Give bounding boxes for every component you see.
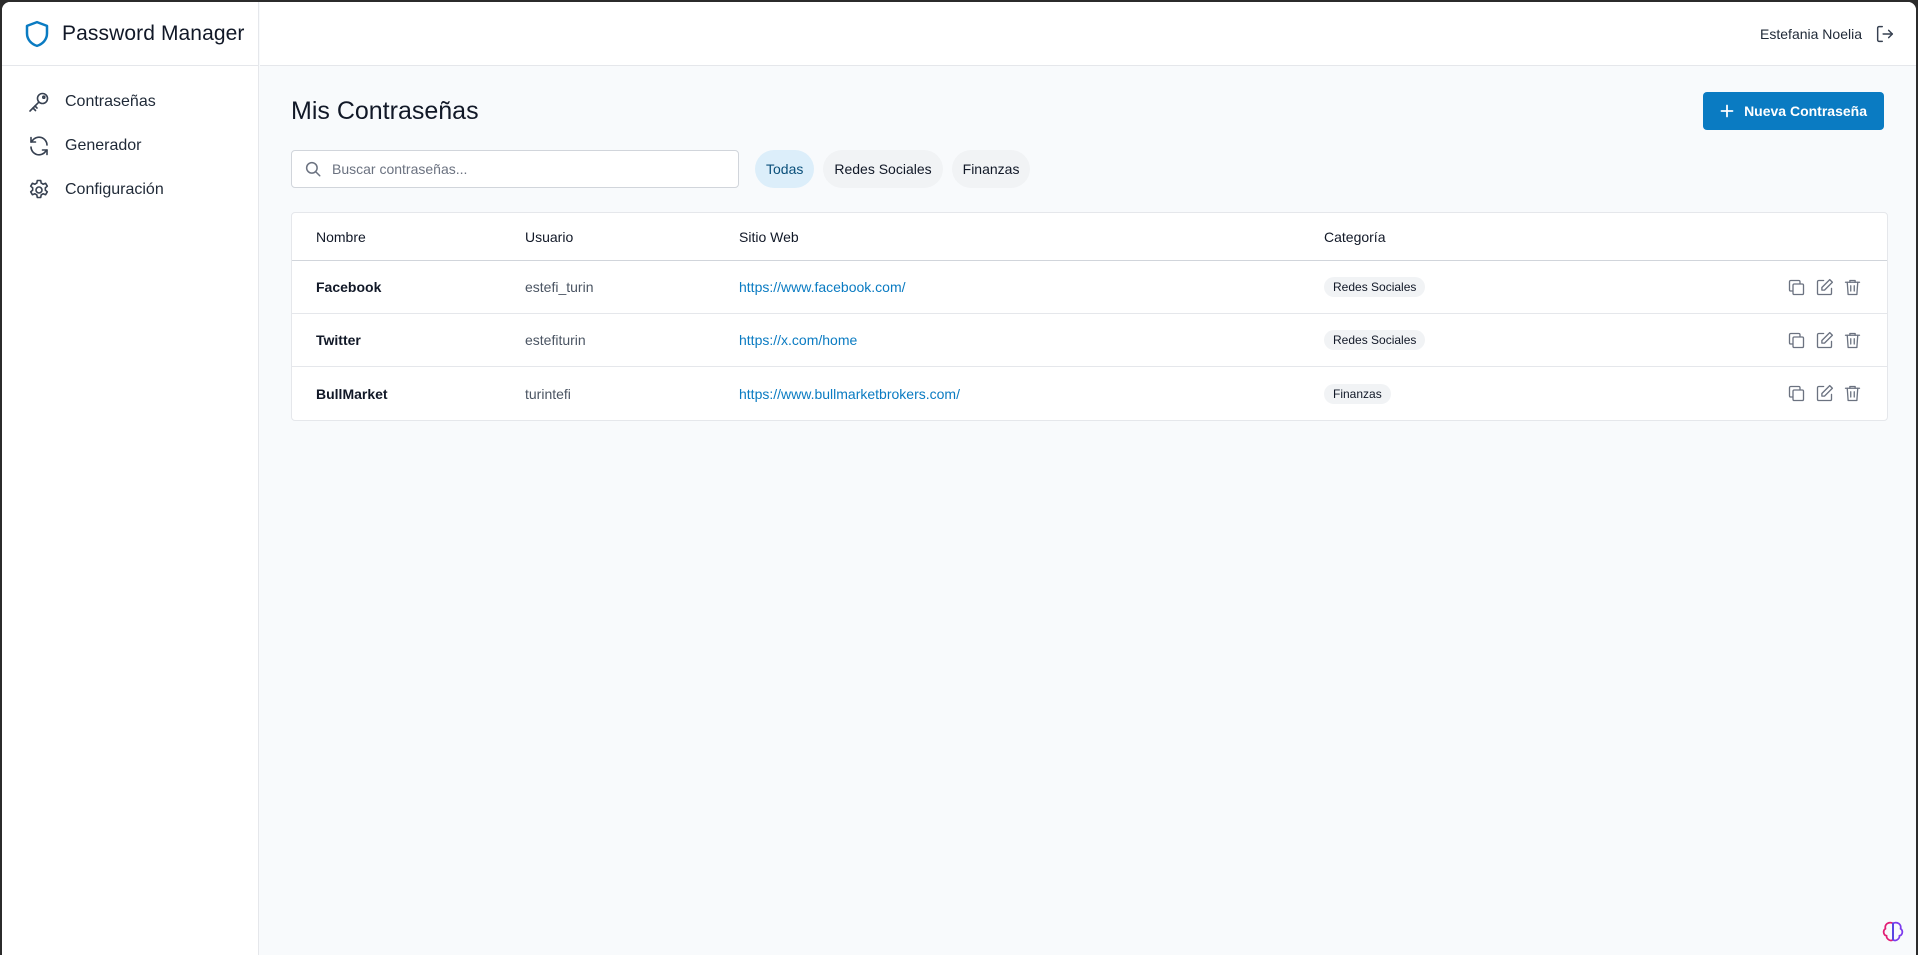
search-box (291, 150, 739, 188)
sidebar-nav: Contraseñas Generador Configuración (2, 66, 258, 212)
row-name: Twitter (316, 332, 361, 348)
column-header-name: Nombre (316, 228, 366, 245)
table-row: Twitter estefiturin https://x.com/home R… (292, 314, 1887, 367)
filter-chip-social[interactable]: Redes Sociales (823, 150, 943, 188)
filter-chip-all[interactable]: Todas (755, 150, 815, 188)
app-title: Password Manager (62, 21, 245, 45)
edit-icon[interactable] (1814, 330, 1835, 351)
app-window: Password Manager Contraseñas Generador C… (2, 2, 1916, 955)
search-icon (305, 161, 321, 177)
sidebar: Password Manager Contraseñas Generador C… (2, 2, 259, 955)
category-badge: Finanzas (1324, 383, 1391, 404)
column-header-category: Categoría (1324, 228, 1386, 245)
passwords-table: Nombre Usuario Sitio Web Categoría Faceb… (291, 212, 1888, 421)
trash-icon[interactable] (1842, 277, 1863, 298)
new-password-label: Nueva Contraseña (1744, 103, 1867, 119)
copy-icon[interactable] (1786, 330, 1807, 351)
column-header-user: Usuario (525, 228, 574, 245)
refresh-icon (30, 136, 48, 156)
row-site-link[interactable]: https://x.com/home (739, 332, 857, 348)
category-badge: Redes Sociales (1324, 277, 1426, 297)
column-header-site: Sitio Web (739, 228, 799, 245)
copy-icon[interactable] (1786, 383, 1807, 404)
row-name: Facebook (316, 279, 382, 295)
copy-icon[interactable] (1786, 277, 1807, 298)
row-actions (1724, 277, 1887, 298)
row-site-link[interactable]: https://www.facebook.com/ (739, 279, 906, 295)
row-actions (1724, 383, 1887, 404)
logout-icon[interactable] (1874, 23, 1896, 45)
key-icon (29, 92, 49, 112)
edit-icon[interactable] (1814, 383, 1835, 404)
row-actions (1724, 330, 1887, 351)
sidebar-item-label: Contraseñas (65, 93, 156, 110)
topbar: Estefania Noelia (260, 2, 1916, 66)
edit-icon[interactable] (1814, 277, 1835, 298)
user-name: Estefania Noelia (1760, 25, 1862, 42)
new-password-button[interactable]: Nueva Contraseña (1703, 92, 1884, 130)
sidebar-item-generator[interactable]: Generador (2, 124, 258, 168)
row-user: turintefi (525, 385, 571, 402)
sidebar-item-label: Generador (65, 137, 142, 154)
row-user: estefiturin (525, 332, 586, 348)
table-row: Facebook estefi_turin https://www.facebo… (292, 261, 1887, 314)
sidebar-item-passwords[interactable]: Contraseñas (2, 80, 258, 124)
sidebar-item-label: Configuración (65, 181, 164, 198)
table-header: Nombre Usuario Sitio Web Categoría (292, 213, 1887, 261)
filter-chip-finance[interactable]: Finanzas (951, 150, 1031, 188)
row-name: BullMarket (316, 385, 388, 402)
table-row: BullMarket turintefi https://www.bullmar… (292, 367, 1887, 420)
trash-icon[interactable] (1842, 330, 1863, 351)
category-badge: Redes Sociales (1324, 330, 1426, 350)
plus-icon (1720, 104, 1734, 118)
assistant-brain-icon[interactable] (1880, 919, 1906, 945)
row-site-link[interactable]: https://www.bullmarketbrokers.com/ (739, 386, 960, 402)
main-content: Mis Contraseñas Nueva Contraseña Todas R… (291, 66, 1888, 421)
search-input[interactable] (332, 161, 712, 177)
row-user: estefi_turin (525, 279, 594, 295)
sidebar-item-settings[interactable]: Configuración (2, 168, 258, 212)
brand: Password Manager (2, 2, 258, 66)
shield-icon (25, 20, 49, 47)
page-title: Mis Contraseñas (291, 96, 479, 125)
trash-icon[interactable] (1842, 383, 1863, 404)
page-header: Mis Contraseñas Nueva Contraseña (291, 92, 1884, 130)
gear-icon (29, 179, 49, 199)
filter-bar: Todas Redes Sociales Finanzas (291, 150, 1884, 188)
